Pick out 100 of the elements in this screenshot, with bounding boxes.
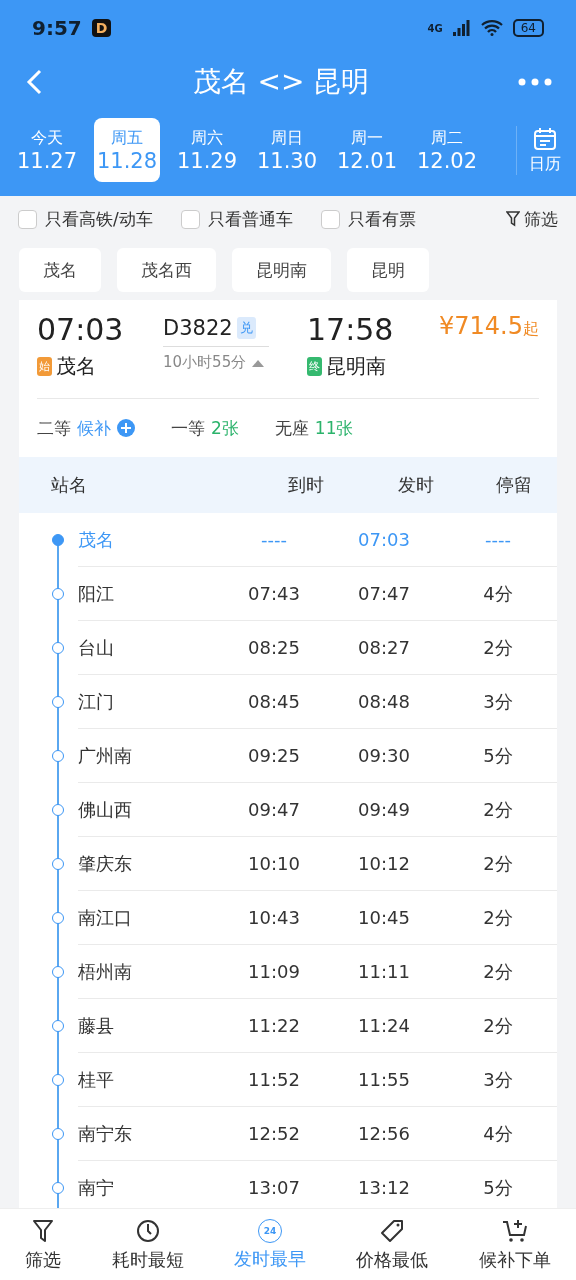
departure-cell-text: 10:45 xyxy=(357,907,411,928)
departure-time: 07:03 xyxy=(37,312,125,347)
sort-tab[interactable]: 价格最低 xyxy=(356,1217,429,1272)
station-chip[interactable]: 茂名 xyxy=(19,248,101,292)
arrival-cell-text: 07:43 xyxy=(247,583,301,604)
departure-cell-text: 07:03 xyxy=(357,529,411,550)
calendar-icon[interactable] xyxy=(531,125,558,152)
destination-station: 昆明南 xyxy=(326,353,386,380)
departure-cell-text: 08:27 xyxy=(357,637,411,658)
app-badge: D xyxy=(91,19,112,37)
departure-cell-text: 08:48 xyxy=(357,691,411,712)
station-name: 台山 xyxy=(78,635,115,660)
departure-cell-text: 11:24 xyxy=(357,1015,411,1036)
arrival-cell-text: 12:52 xyxy=(247,1123,301,1144)
exchange-tag: 兑 xyxy=(236,317,256,339)
arrival-cell-text: 11:22 xyxy=(247,1015,301,1036)
wifi-icon xyxy=(480,20,503,36)
route-title: 茂名 <> 昆明 xyxy=(191,64,371,100)
departure-cell-text: 07:47 xyxy=(357,583,411,604)
arrival-cell-text: ---- xyxy=(260,529,288,550)
checkbox[interactable] xyxy=(180,209,200,229)
arrival-cell-text: 10:10 xyxy=(247,853,301,874)
station-name: 南宁 xyxy=(78,1175,115,1200)
origin-tag: 始 xyxy=(37,357,52,376)
checkbox-label[interactable]: 只看高铁/动车 xyxy=(45,207,153,231)
station-name: 桂平 xyxy=(78,1067,115,1092)
stay-cell-text: 5分 xyxy=(482,1175,514,1200)
station-chip[interactable]: 茂名西 xyxy=(117,248,216,292)
station-name: 茂名 xyxy=(78,527,115,552)
seat-class: 无座 xyxy=(274,416,309,440)
destination-tag: 终 xyxy=(307,357,322,376)
arrival-cell-text: 08:45 xyxy=(247,691,301,712)
arrival-cell-text: 09:25 xyxy=(247,745,301,766)
station-name: 藤县 xyxy=(78,1013,115,1038)
departure-cell-text: 11:11 xyxy=(357,961,411,982)
arrival-cell-text: 09:47 xyxy=(247,799,301,820)
sort-tab[interactable]: 筛选 xyxy=(25,1217,62,1272)
arrival-time: 17:58 xyxy=(307,312,395,347)
seat-availability: 2张 xyxy=(211,416,239,440)
more-icon[interactable] xyxy=(518,78,552,86)
stay-cell-text: 2分 xyxy=(482,851,514,876)
arrival-cell-text: 08:25 xyxy=(247,637,301,658)
stay-cell-text: 5分 xyxy=(482,743,514,768)
stay-cell-text: 4分 xyxy=(482,1121,514,1146)
station-name: 阳江 xyxy=(78,581,115,606)
back-icon[interactable] xyxy=(24,68,44,96)
station-chip[interactable]: 昆明南 xyxy=(232,248,331,292)
station-name: 梧州南 xyxy=(78,959,133,984)
stay-cell-text: 3分 xyxy=(482,1067,514,1092)
signal-icon xyxy=(452,20,471,36)
column-header: 到时 xyxy=(287,473,325,497)
origin-station: 茂名 xyxy=(56,353,96,380)
checkbox[interactable] xyxy=(320,209,340,229)
network-label: 4G xyxy=(427,22,443,34)
station-chip[interactable]: 昆明 xyxy=(347,248,429,292)
stay-cell-text: 2分 xyxy=(482,797,514,822)
column-header: 站名 xyxy=(51,473,88,497)
arrival-cell-text: 11:52 xyxy=(247,1069,301,1090)
checkbox[interactable] xyxy=(18,209,37,229)
seat-class: 一等 xyxy=(171,416,205,440)
station-name: 肇庆东 xyxy=(78,851,133,876)
arrival-cell-text: 11:09 xyxy=(247,961,301,982)
timer-icon xyxy=(134,1217,161,1244)
station-name: 佛山西 xyxy=(78,797,133,822)
checkbox-label[interactable]: 只看有票 xyxy=(347,207,416,231)
stay-cell-text: 3分 xyxy=(482,689,514,714)
stay-cell-text: 2分 xyxy=(482,959,514,984)
departure-cell-text: 13:12 xyxy=(357,1177,411,1198)
train-number: D3822 xyxy=(163,316,233,340)
filter-icon[interactable] xyxy=(506,211,520,227)
add-icon[interactable] xyxy=(117,419,135,437)
departure-cell-text: 11:55 xyxy=(357,1069,411,1090)
duration-toggle[interactable]: 10小时55分 xyxy=(163,346,269,372)
arrival-cell-text: 10:43 xyxy=(247,907,301,928)
station-name: 广州南 xyxy=(78,743,133,768)
departure-cell-text: 09:30 xyxy=(357,745,411,766)
sort-tab[interactable]: 耗时最短 xyxy=(111,1217,184,1272)
column-header: 发时 xyxy=(397,473,435,497)
seat-class: 二等 xyxy=(37,416,71,440)
departure-cell-text: 12:56 xyxy=(357,1123,411,1144)
filter-icon xyxy=(31,1217,56,1244)
station-name: 江门 xyxy=(78,689,115,714)
station-name: 南江口 xyxy=(78,905,133,930)
seat-availability: 候补 xyxy=(77,416,111,440)
arrival-cell-text: 13:07 xyxy=(247,1177,301,1198)
checkbox-label[interactable]: 只看普通车 xyxy=(207,207,293,231)
departure-cell-text: 09:49 xyxy=(357,799,411,820)
departure-cell-text: 10:12 xyxy=(357,853,411,874)
price: ¥714.5起 xyxy=(438,312,539,340)
filter-link[interactable]: 筛选 xyxy=(524,207,558,231)
stay-cell-text: 2分 xyxy=(482,635,514,660)
stay-cell-text: 4分 xyxy=(482,581,514,606)
sort-tab[interactable]: 候补下单 xyxy=(478,1217,551,1272)
column-header: 停留 xyxy=(495,473,533,497)
status-time: 9:57 xyxy=(32,16,82,40)
stay-cell-text: ---- xyxy=(484,529,512,550)
battery-indicator: 64 xyxy=(512,19,544,37)
cart-plus-icon xyxy=(500,1217,529,1244)
stay-cell-text: 2分 xyxy=(482,1013,514,1038)
seat-availability: 11张 xyxy=(314,416,354,440)
